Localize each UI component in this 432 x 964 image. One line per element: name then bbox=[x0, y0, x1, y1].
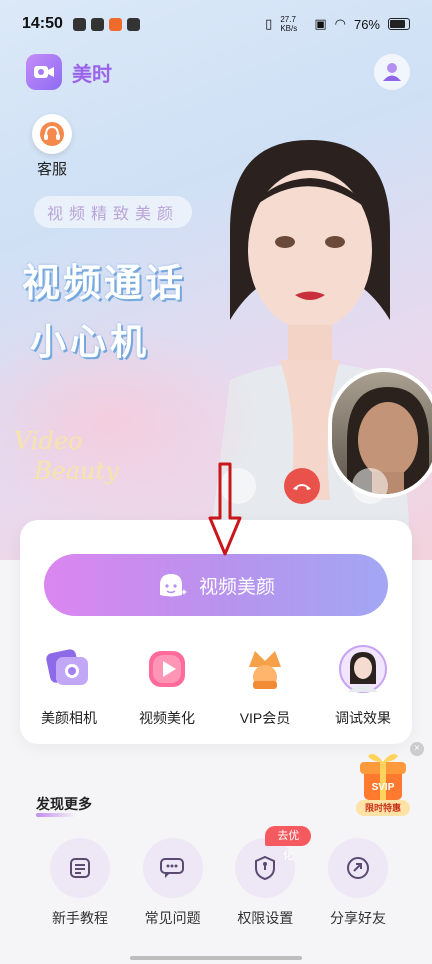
chat-icon bbox=[142, 838, 203, 898]
script-line2: Beauty bbox=[34, 457, 119, 485]
feature-label: 调试效果 bbox=[335, 710, 391, 726]
status-bar: 14:50 ▯ 27.7 KB/s ▣ ◠ 76% bbox=[0, 0, 432, 48]
tool-share[interactable]: 分享好友 bbox=[312, 838, 404, 928]
camera-icon bbox=[44, 644, 94, 694]
feature-debug-effect[interactable]: 调试效果 bbox=[319, 644, 407, 728]
tool-label: 权限设置 bbox=[237, 910, 294, 926]
promo-label: 限时特惠 bbox=[356, 800, 410, 816]
discover-tools: 新手教程 常见问题 去优化 权限设置 分享好友 bbox=[34, 826, 404, 928]
tagline-pill: 视频精致美颜 bbox=[34, 196, 192, 228]
home-indicator[interactable] bbox=[130, 956, 302, 960]
switch-camera-icon bbox=[352, 468, 388, 504]
tool-label: 新手教程 bbox=[52, 910, 108, 926]
avatar-icon bbox=[338, 644, 388, 694]
cloud-icon bbox=[72, 17, 86, 31]
feature-label: 视频美化 bbox=[139, 710, 195, 726]
tool-permissions[interactable]: 去优化 权限设置 bbox=[219, 826, 312, 928]
status-time: 14:50 bbox=[22, 15, 63, 32]
call-control-camera bbox=[352, 468, 388, 508]
tool-label: 常见问题 bbox=[144, 910, 201, 926]
headline-line1: 视频通话 bbox=[22, 263, 187, 305]
headset-icon bbox=[32, 114, 72, 154]
script-watermark: Video Beauty bbox=[14, 426, 119, 486]
play-store-icon bbox=[126, 17, 140, 31]
mail-icon bbox=[90, 17, 104, 31]
feature-label: VIP会员 bbox=[239, 710, 291, 726]
battery-icon bbox=[388, 18, 410, 30]
video-beauty-button[interactable]: 视频美颜 bbox=[44, 554, 388, 616]
optimize-badge: 去优化 bbox=[265, 826, 312, 862]
share-icon bbox=[327, 838, 388, 898]
video-beauty-label: 视频美颜 bbox=[198, 576, 275, 598]
tutorial-icon bbox=[50, 838, 110, 898]
tool-tutorial[interactable]: 新手教程 bbox=[34, 838, 126, 928]
battery-level: 76% bbox=[353, 16, 380, 32]
feature-label: 美颜相机 bbox=[41, 710, 97, 726]
wifi-icon: ◠ bbox=[334, 16, 346, 31]
customer-service-button[interactable]: 客服 bbox=[30, 114, 74, 179]
profile-button[interactable] bbox=[374, 54, 410, 90]
face-sparkle-icon bbox=[159, 574, 187, 597]
app-name: 美时 bbox=[72, 63, 112, 86]
svip-promo[interactable]: × SVIP 限时特惠 bbox=[350, 742, 424, 818]
headline-line2: 小心机 bbox=[30, 321, 151, 362]
vibrate-icon: ▯ bbox=[265, 16, 273, 31]
feature-beauty-camera[interactable]: 美颜相机 bbox=[25, 644, 113, 728]
play-icon bbox=[142, 644, 192, 694]
call-control-hangup bbox=[284, 468, 320, 508]
feature-row: 美颜相机 视频美化 VIP会员 调试效果 bbox=[20, 644, 412, 728]
no-sim-icon: ▣ bbox=[314, 16, 327, 31]
promo-badge: SVIP bbox=[372, 782, 395, 793]
app-notification-icon bbox=[108, 17, 122, 31]
hangup-icon bbox=[284, 468, 320, 504]
crown-icon bbox=[240, 644, 290, 694]
app-logo-icon bbox=[26, 54, 62, 90]
feature-vip[interactable]: VIP会员 bbox=[221, 644, 309, 728]
discover-title: 发现更多 bbox=[36, 796, 92, 817]
script-line1: Video bbox=[14, 427, 83, 455]
customer-service-label: 客服 bbox=[36, 161, 67, 178]
hero-headline: 视频通话 小心机 bbox=[22, 252, 186, 365]
down-arrow-icon bbox=[208, 462, 242, 556]
feature-video-beautify[interactable]: 视频美化 bbox=[123, 644, 211, 728]
tool-faq[interactable]: 常见问题 bbox=[127, 838, 219, 928]
tool-label: 分享好友 bbox=[329, 910, 386, 926]
app-header: 美时 bbox=[26, 54, 112, 90]
notification-icons bbox=[72, 17, 140, 31]
network-speed: 27.7 KB/s bbox=[280, 15, 298, 33]
user-icon bbox=[383, 63, 401, 81]
